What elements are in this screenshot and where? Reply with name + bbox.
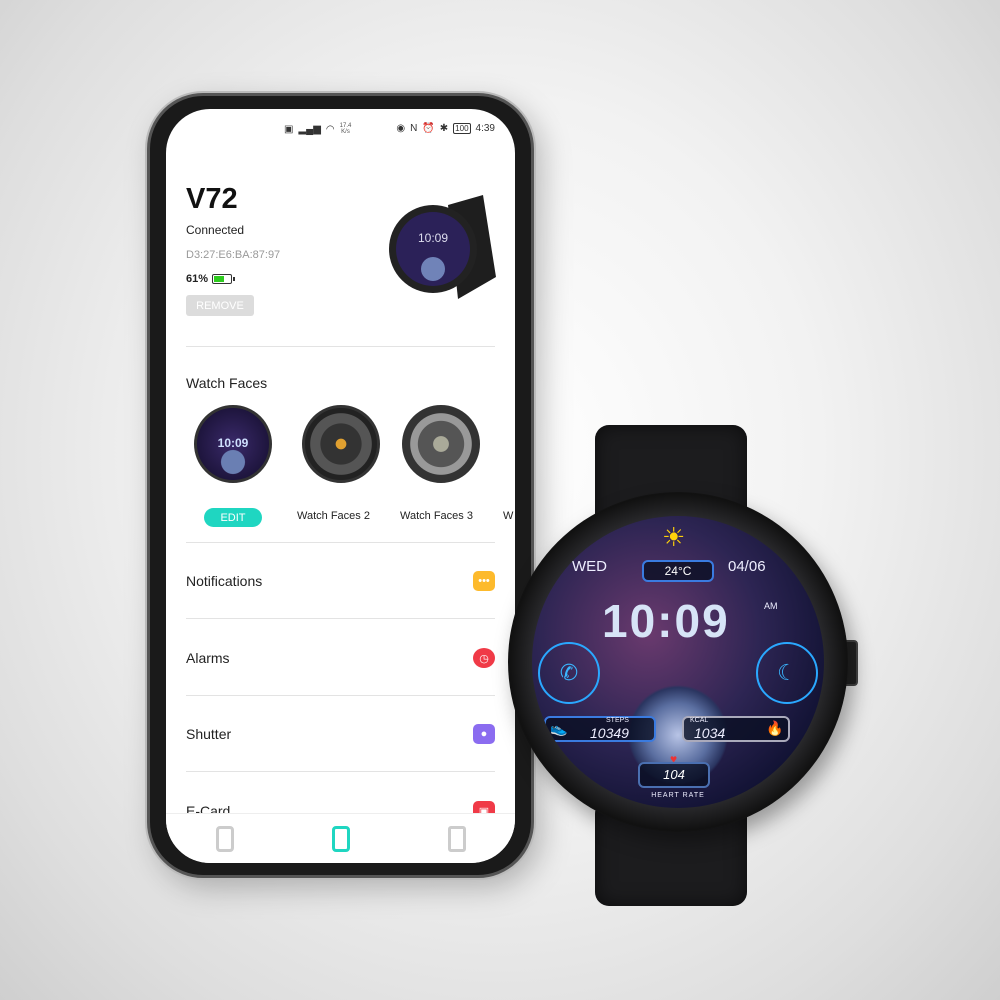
menu-label: Shutter bbox=[186, 726, 232, 742]
kcal-label: KCAL bbox=[690, 717, 709, 724]
menu-item-notifications[interactable]: Notifications ••• bbox=[186, 571, 495, 591]
bluetooth-icon: ✱ bbox=[439, 123, 449, 134]
watch-face-2[interactable] bbox=[302, 405, 380, 483]
menu-item-alarms[interactable]: Alarms ◷ bbox=[186, 648, 495, 668]
home-icon[interactable] bbox=[216, 826, 234, 852]
kcal-panel: KCAL 1034 🔥 bbox=[682, 716, 790, 742]
menu-label: Alarms bbox=[186, 650, 230, 666]
app-screen: ▣ ▂▄▆ ◠ 17.4 K/s ◉ N ⏰ ✱ 100 4:39 V72 Con… bbox=[166, 109, 515, 863]
bottom-nav bbox=[166, 813, 515, 863]
sun-icon: ☀ bbox=[662, 522, 686, 552]
divider bbox=[186, 618, 495, 619]
divider bbox=[186, 346, 495, 347]
edit-button[interactable]: EDIT bbox=[204, 508, 262, 527]
camera-icon: ● bbox=[473, 724, 495, 744]
watch-face-display: ☀ WED 04/06 24°C 10:09 AM ✆ ☾ 👟 STEPS 10… bbox=[532, 516, 824, 808]
kcal-value: 1034 bbox=[694, 725, 726, 741]
wifi-icon: ◠ bbox=[325, 123, 335, 135]
moon-icon: ☾ bbox=[756, 642, 818, 704]
mac-address: D3:27:E6:BA:87:97 bbox=[186, 249, 281, 261]
battery-icon bbox=[212, 274, 236, 284]
face-time: 10:09 bbox=[217, 436, 249, 450]
chat-bubble-icon: ••• bbox=[473, 571, 495, 591]
divider bbox=[186, 771, 495, 772]
steps-value: 10349 bbox=[590, 725, 629, 741]
watch-face-label[interactable]: Watch Faces 2 bbox=[297, 510, 370, 522]
watch-faces-title: Watch Faces bbox=[186, 375, 268, 391]
flame-icon: 🔥 bbox=[766, 720, 784, 736]
watch-ampm: AM bbox=[764, 601, 778, 611]
smartwatch: ☀ WED 04/06 24°C 10:09 AM ✆ ☾ 👟 STEPS 10… bbox=[508, 492, 860, 844]
heart-rate-label: HEART RATE bbox=[651, 792, 705, 799]
shoe-icon: 👟 bbox=[550, 720, 568, 736]
watch-case: ☀ WED 04/06 24°C 10:09 AM ✆ ☾ 👟 STEPS 10… bbox=[508, 492, 848, 832]
nfc-icon: N bbox=[410, 123, 418, 134]
alarm-icon: ⏰ bbox=[422, 123, 435, 134]
device-name: V72 bbox=[186, 183, 238, 215]
watch-face-current[interactable]: 10:09 bbox=[194, 405, 272, 483]
battery-status: 100 bbox=[453, 123, 471, 134]
watch-icon[interactable] bbox=[332, 826, 350, 852]
clock-icon: ◷ bbox=[473, 648, 495, 668]
steps-label: STEPS bbox=[606, 717, 629, 724]
phone-icon: ✆ bbox=[538, 642, 600, 704]
divider bbox=[186, 542, 495, 543]
profile-icon[interactable] bbox=[448, 826, 466, 852]
remove-button[interactable]: REMOVE bbox=[186, 295, 254, 316]
battery-percent: 61% bbox=[186, 273, 209, 285]
divider bbox=[186, 695, 495, 696]
menu-item-shutter[interactable]: Shutter ● bbox=[186, 724, 495, 744]
watch-day: WED bbox=[572, 558, 607, 575]
eye-icon: ◉ bbox=[396, 123, 406, 134]
connection-status: Connected bbox=[186, 223, 245, 237]
watch-time: 10:09 bbox=[602, 595, 730, 647]
menu-label: Notifications bbox=[186, 573, 263, 589]
watch-temperature: 24°C bbox=[642, 560, 714, 582]
thumb-time: 10:09 bbox=[418, 231, 448, 245]
network-speed-unit: K/s bbox=[341, 129, 350, 135]
device-battery: 61% bbox=[186, 273, 236, 285]
hd-icon: ▣ bbox=[284, 123, 294, 135]
status-bar: ▣ ▂▄▆ ◠ 17.4 K/s ◉ N ⏰ ✱ 100 4:39 bbox=[166, 123, 515, 139]
watch-face-label[interactable]: Watch Faces 3 bbox=[400, 510, 473, 522]
clock: 4:39 bbox=[475, 123, 495, 134]
watch-date: 04/06 bbox=[728, 558, 766, 575]
signal-icon: ▂▄▆ bbox=[298, 123, 321, 135]
heart-rate-value: 104 bbox=[638, 762, 710, 788]
phone: ▣ ▂▄▆ ◠ 17.4 K/s ◉ N ⏰ ✱ 100 4:39 V72 Con… bbox=[147, 93, 534, 878]
steps-panel: 👟 STEPS 10349 bbox=[544, 716, 656, 742]
watch-face-3[interactable] bbox=[402, 405, 480, 483]
watch-thumbnail: 10:09 bbox=[389, 195, 496, 299]
